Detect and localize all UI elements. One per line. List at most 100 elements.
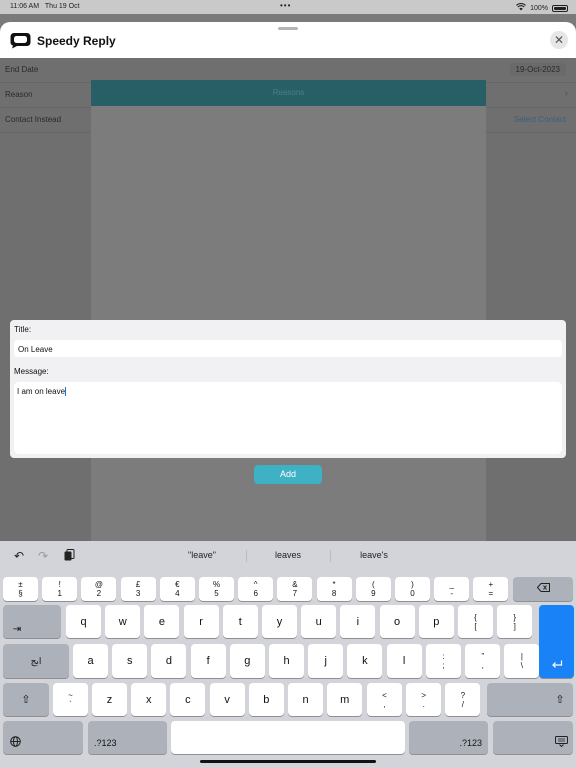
shift-left-key[interactable]: ⇧ [3,683,49,716]
hide-keyboard-key[interactable] [493,721,573,754]
key-m[interactable]: m [327,683,363,716]
key-bracket-1[interactable]: }] [497,605,533,638]
key-row1-5[interactable]: % 5 [199,577,234,601]
key-n[interactable]: n [288,683,323,716]
close-button[interactable]: ✕ [550,31,568,49]
key-row1-11[interactable]: _ - [434,577,470,601]
key-d[interactable]: d [151,644,187,678]
key-z[interactable]: z [92,683,127,716]
key-row1-0[interactable]: ± § [3,577,38,601]
key-c[interactable]: c [170,683,206,716]
key-w[interactable]: w [105,605,141,638]
key-symbol-2[interactable]: ? / [445,683,481,716]
key-base-char: ` [69,699,72,709]
key-tilde[interactable]: ~ ` [53,683,88,716]
redo-icon[interactable]: ↷ [38,549,48,563]
key-a[interactable]: a [73,644,108,678]
select-contact-link[interactable]: Select Contact [514,115,566,124]
space-key[interactable] [171,721,405,754]
message-input[interactable]: I am on leave [14,382,562,454]
key-row1-8[interactable]: * 8 [316,577,352,601]
key-punct-0[interactable]: :; [426,644,461,678]
app-title: Speedy Reply [37,34,116,48]
key-t[interactable]: t [222,605,258,638]
key-s[interactable]: s [112,644,148,678]
language-key[interactable]: ابج [3,644,69,678]
key-g[interactable]: g [229,644,265,678]
key-row1-9[interactable]: (9 [355,577,391,601]
key-punct-2[interactable]: | \ [504,644,540,678]
key-base-char: \ [520,661,523,670]
key-u[interactable]: u [301,605,337,638]
key-char: x [145,693,152,706]
key-char: w [118,615,127,628]
key-row1-7[interactable]: & 7 [277,577,313,601]
key-shift-char: } [513,612,517,622]
key-char: h [283,655,290,667]
key-bracket-0[interactable]: {[ [458,605,493,638]
battery-percent: 100% [530,4,548,12]
numbers-key-left[interactable]: .?123 [88,721,167,754]
shift-icon: ⇧ [21,694,31,706]
key-symbol-0[interactable]: <, [367,683,402,716]
key-base-char: , [481,661,484,670]
return-key[interactable] [539,605,574,678]
key-p[interactable]: p [418,605,454,638]
numbers-key-right[interactable]: .?123 [409,721,488,754]
tab-icon: ⇥ [12,624,22,635]
key-base-char: 8 [331,589,337,598]
key-punct-1[interactable]: ”, [465,644,501,678]
key-char: i [356,615,360,628]
end-date-value[interactable]: 19-Oct-2023 [509,63,566,76]
key-row1-12[interactable]: + = [473,577,509,601]
undo-icon[interactable]: ↶ [14,549,24,563]
key-row1-1[interactable]: ! 1 [42,577,78,601]
key-char: o [394,615,401,628]
key-x[interactable]: x [131,683,167,716]
key-row1-3[interactable]: £3 [120,577,156,601]
key-r[interactable]: r [183,605,219,638]
key-shift-char: { [474,612,477,622]
add-button[interactable]: Add [254,465,322,484]
key-h[interactable]: h [269,644,304,678]
key-row1-2[interactable]: @2 [81,577,117,601]
key-q[interactable]: q [66,605,101,638]
key-base-char: 1 [57,589,62,598]
status-time: 11:06 AM Thu 19 Oct [10,3,80,10]
paste-icon[interactable] [64,549,75,564]
key-f[interactable]: f [190,644,226,678]
key-shift-char: ” [481,652,485,661]
key-o[interactable]: o [379,605,415,638]
globe-key[interactable] [3,721,83,754]
suggestion-3[interactable]: leave's [334,550,414,560]
key-shift-char: ! [58,580,61,589]
key-base-char: 4 [175,589,180,598]
key-k[interactable]: k [347,644,383,678]
key-symbol-1[interactable]: >. [406,683,442,716]
delete-key[interactable] [513,577,573,601]
suggestion-2[interactable]: leaves [248,550,328,560]
key-y[interactable]: y [262,605,297,638]
key-char: z [106,693,113,706]
key-b[interactable]: b [248,683,284,716]
key-j[interactable]: j [308,644,344,678]
suggestion-1[interactable]: "leave" [162,550,242,560]
tab-key[interactable]: ⇥ [3,605,61,638]
key-char: s [126,655,133,667]
key-e[interactable]: e [144,605,180,638]
title-input[interactable]: On Leave [14,340,562,357]
sheet-grabber[interactable] [278,27,298,30]
key-base-char: ; [442,661,445,670]
key-i[interactable]: i [340,605,376,638]
key-l[interactable]: l [386,644,422,678]
return-icon [551,660,563,672]
multitask-dots[interactable]: ••• [280,1,291,10]
key-row1-6[interactable]: ^ 6 [238,577,274,601]
key-char: d [165,655,172,667]
key-row1-10[interactable]: ) 0 [395,577,430,601]
key-row1-4[interactable]: €4 [159,577,195,601]
globe-icon [9,735,21,750]
key-base-char: ] [513,621,516,631]
key-v[interactable]: v [209,683,245,716]
shift-right-key[interactable]: ⇧ [487,683,573,716]
